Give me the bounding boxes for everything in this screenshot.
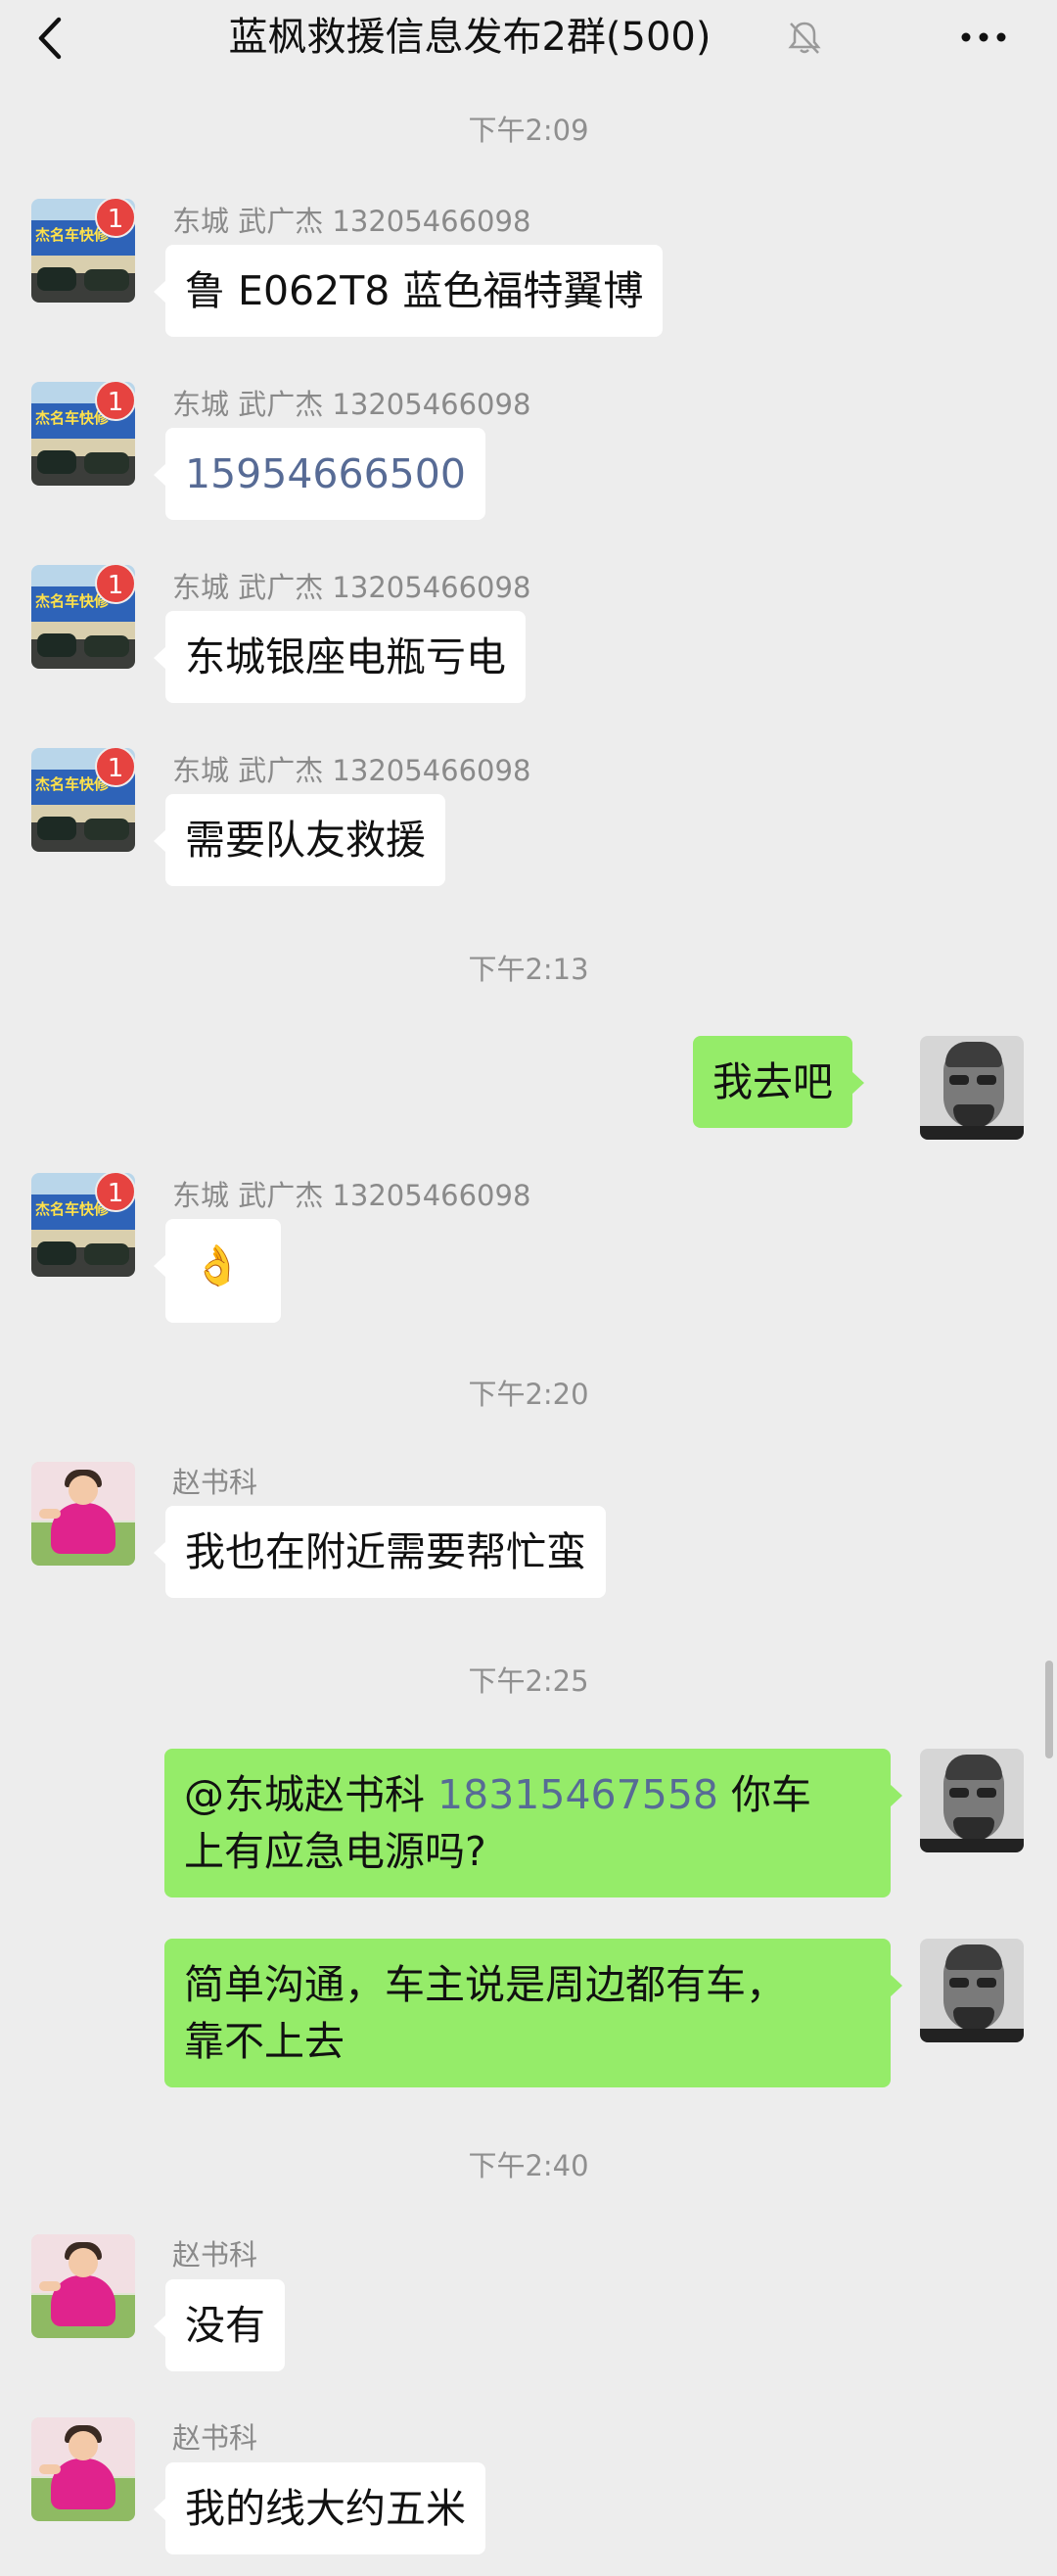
message-bubble[interactable]: 东城银座电瓶亏电 bbox=[154, 611, 526, 703]
unread-badge: 1 bbox=[95, 197, 136, 238]
phone-link[interactable]: 18315467558 bbox=[437, 1771, 718, 1818]
timestamp: 下午2:40 bbox=[468, 2149, 589, 2182]
message-bubble[interactable]: @东城赵书科 18315467558 你车 上有应急电源吗? bbox=[164, 1749, 902, 1897]
avatar[interactable] bbox=[31, 2417, 135, 2521]
message-text: 你车 bbox=[731, 1771, 812, 1818]
sender-name: 东城 武广杰 13205466098 bbox=[172, 754, 531, 787]
sender-name: 东城 武广杰 13205466098 bbox=[172, 571, 531, 604]
more-options-icon[interactable] bbox=[954, 16, 1013, 55]
message-line: 简单沟通，车主说是周边都有车， bbox=[184, 1961, 786, 2008]
sender-name: 东城 武广杰 13205466098 bbox=[172, 388, 531, 421]
unread-badge: 1 bbox=[95, 380, 136, 421]
unread-badge: 1 bbox=[95, 563, 136, 604]
message-bubble[interactable]: 我也在附近需要帮忙蛮 bbox=[154, 1506, 606, 1598]
message-line: 靠不上去 bbox=[184, 2018, 345, 2065]
sender-name: 赵书科 bbox=[172, 2238, 258, 2272]
avatar[interactable] bbox=[920, 1036, 1024, 1140]
timestamp: 下午2:25 bbox=[468, 1664, 589, 1698]
sender-name: 东城 武广杰 13205466098 bbox=[172, 205, 531, 238]
timestamp: 下午2:13 bbox=[468, 953, 589, 986]
message-bubble[interactable]: 简单沟通，车主说是周边都有车， 靠不上去 bbox=[164, 1939, 902, 2087]
chat-header: 蓝枫救援信息发布2群(500) bbox=[0, 0, 1057, 78]
message-line: 上有应急电源吗? bbox=[184, 1828, 486, 1875]
avatar[interactable] bbox=[920, 1749, 1024, 1852]
sender-name: 赵书科 bbox=[172, 1466, 258, 1499]
avatar[interactable] bbox=[31, 2234, 135, 2338]
sender-name: 赵书科 bbox=[172, 2421, 258, 2455]
message-line: @东城赵书科 18315467558 你车 bbox=[184, 1766, 871, 1823]
unread-badge: 1 bbox=[95, 1171, 136, 1212]
scrollbar-thumb[interactable] bbox=[1045, 1661, 1053, 1758]
mention[interactable]: @东城赵书科 bbox=[184, 1771, 425, 1818]
message-bubble[interactable]: 没有 bbox=[154, 2279, 285, 2371]
back-arrow-icon[interactable] bbox=[27, 14, 76, 63]
emoji-bubble[interactable]: 👌 bbox=[154, 1219, 281, 1323]
timestamp: 下午2:20 bbox=[468, 1378, 589, 1411]
chat-title: 蓝枫救援信息发布2群(500) bbox=[228, 15, 712, 60]
avatar[interactable] bbox=[920, 1939, 1024, 2042]
message-bubble[interactable]: 我的线大约五米 bbox=[154, 2462, 485, 2554]
timestamp: 下午2:09 bbox=[468, 114, 589, 147]
avatar[interactable] bbox=[31, 1462, 135, 1566]
phone-link-bubble[interactable]: 15954666500 bbox=[154, 428, 485, 520]
sender-name: 东城 武广杰 13205466098 bbox=[172, 1179, 531, 1212]
ok-hand-emoji: 👌 bbox=[193, 1243, 242, 1288]
unread-badge: 1 bbox=[95, 746, 136, 787]
message-bubble[interactable]: 我去吧 bbox=[693, 1036, 864, 1128]
message-bubble[interactable]: 鲁 E062T8 蓝色福特翼博 bbox=[153, 245, 664, 337]
mute-bell-icon bbox=[788, 22, 821, 54]
message-bubble[interactable]: 需要队友救援 bbox=[154, 794, 445, 886]
